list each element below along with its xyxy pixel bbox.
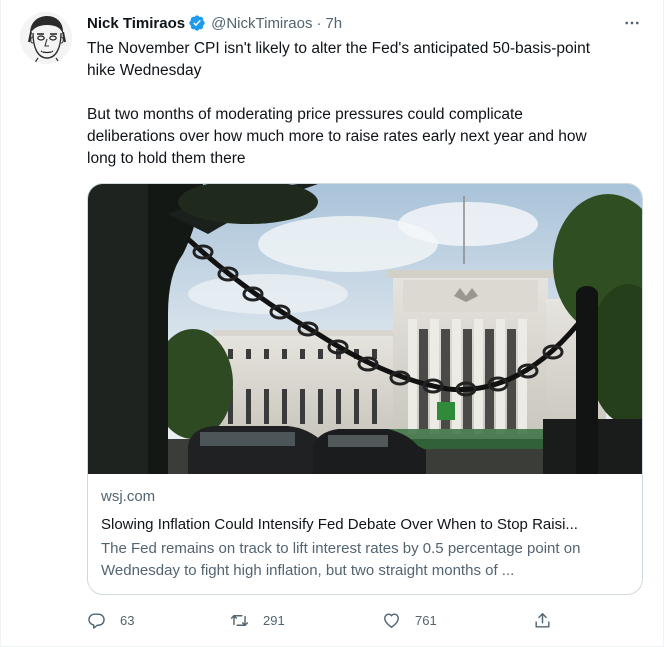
timestamp[interactable]: 7h [325, 15, 342, 32]
link-card[interactable]: wsj.com Slowing Inflation Could Intensif… [87, 183, 643, 595]
share-icon [535, 612, 550, 628]
retweet-count: 291 [263, 612, 285, 628]
author-handle[interactable]: @NickTimiraos [211, 15, 312, 32]
retweet-icon [230, 614, 249, 626]
tweet-paragraph-2: But two months of moderating price press… [87, 106, 587, 167]
retweet-button[interactable]: 291 [230, 605, 285, 635]
tweet-header: Nick Timiraos @NickTimiraos · 7h [87, 12, 643, 34]
like-count: 761 [415, 612, 437, 628]
card-description: The Fed remains on track to lift interes… [101, 540, 581, 579]
reply-count: 63 [120, 612, 135, 628]
like-button[interactable]: 761 [382, 605, 437, 635]
avatar[interactable] [20, 12, 72, 64]
tweet-actions: 63 291 761 [87, 605, 557, 635]
separator-dot: · [316, 14, 322, 32]
card-body[interactable]: wsj.com Slowing Inflation Could Intensif… [101, 487, 629, 582]
federal-reserve-building-photo-icon [88, 184, 642, 474]
reply-icon [88, 612, 105, 629]
reply-button[interactable]: 63 [87, 605, 134, 635]
verified-badge-icon [188, 14, 206, 32]
card-image[interactable] [88, 184, 642, 474]
tweet[interactable]: Nick Timiraos @NickTimiraos · 7h The Nov… [0, 0, 664, 647]
author-name[interactable]: Nick Timiraos [87, 15, 185, 32]
heart-icon [384, 612, 399, 628]
tweet-text: The November CPI isn't likely to alter t… [87, 38, 643, 170]
tweet-paragraph-1: The November CPI isn't likely to alter t… [87, 40, 591, 79]
more-options-icon[interactable] [621, 12, 643, 34]
card-title[interactable]: Slowing Inflation Could Intensify Fed De… [101, 515, 629, 535]
share-button[interactable] [533, 605, 552, 635]
avatar-sketch-icon [20, 12, 72, 64]
card-domain: wsj.com [101, 488, 156, 505]
